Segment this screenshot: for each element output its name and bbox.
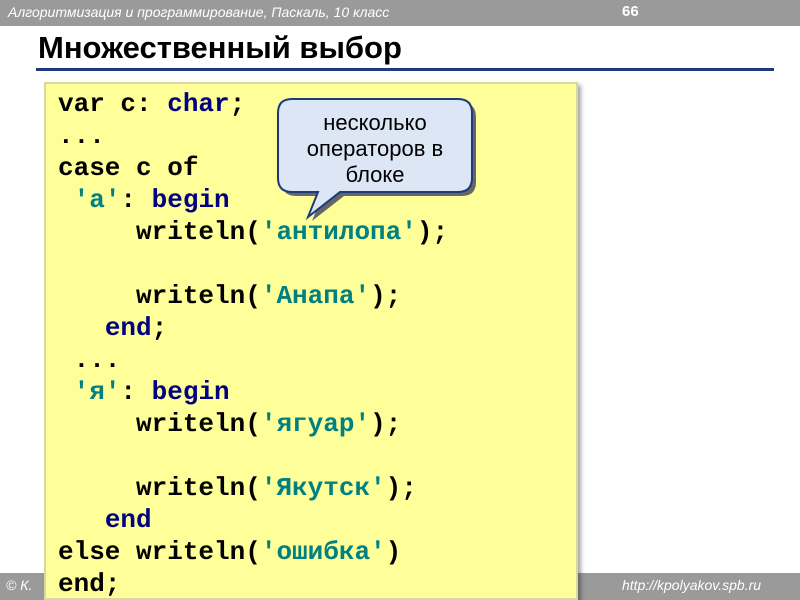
- callout-line: блоке: [345, 162, 405, 187]
- title-underline: [36, 68, 774, 71]
- code-text: case c of: [58, 153, 199, 183]
- page-number: 66: [622, 3, 639, 20]
- code-text: end;: [58, 569, 121, 599]
- code-text: ;: [229, 89, 246, 119]
- code-line: writeln('Анапа');: [58, 281, 401, 311]
- code-text: ;: [151, 313, 168, 343]
- callout-text: несколько операторов в блоке: [278, 110, 472, 188]
- code-keyword: end: [104, 505, 152, 535]
- code-string: 'я': [73, 377, 121, 407]
- code-text: writeln(: [58, 409, 261, 439]
- callout-line: несколько: [323, 110, 427, 135]
- code-text: else writeln(: [58, 537, 261, 567]
- code-text: writeln(: [58, 281, 261, 311]
- code-keyword: char: [167, 89, 230, 119]
- code-text: var c:: [58, 89, 168, 119]
- code-line: writeln('ягуар');: [58, 409, 401, 439]
- code-text: :: [120, 185, 152, 215]
- code-text: );: [385, 473, 417, 503]
- code-line: else writeln('ошибка'): [58, 537, 401, 567]
- code-line: 'я': begin: [58, 377, 230, 407]
- code-line: writeln('Якутск');: [58, 473, 417, 503]
- code-string: 'ягуар': [260, 409, 371, 439]
- code-line: end;: [58, 313, 167, 343]
- code-line: var c: char;: [58, 89, 245, 119]
- footer-url: http://kpolyakov.spb.ru: [622, 577, 762, 593]
- code-text: writeln(: [58, 473, 261, 503]
- code-string: 'Якутск': [260, 473, 386, 503]
- course-title: Алгоритмизация и программирование, Паска…: [8, 4, 390, 20]
- code-keyword: end: [104, 313, 152, 343]
- code-text: );: [370, 409, 402, 439]
- callout-line: операторов в: [306, 136, 444, 161]
- code-string: 'Анапа': [260, 281, 371, 311]
- code-line: ...: [58, 121, 105, 151]
- code-text: );: [370, 281, 402, 311]
- slide-title: Множественный выбор: [38, 30, 402, 65]
- code-line: 'а': begin: [58, 185, 230, 215]
- code-text: writeln(: [58, 217, 261, 247]
- code-string: 'ошибка': [260, 537, 386, 567]
- code-line: ...: [58, 345, 121, 375]
- code-string: 'а': [73, 185, 121, 215]
- code-line: end: [58, 505, 152, 535]
- code-text: ...: [58, 345, 121, 375]
- callout-bubble: несколько операторов в блоке: [277, 98, 476, 221]
- code-line: end;: [58, 569, 120, 599]
- code-text: :: [120, 377, 152, 407]
- code-keyword: begin: [151, 185, 230, 215]
- code-line: case c of: [58, 153, 198, 183]
- code-text: ...: [58, 121, 105, 151]
- code-text: ): [385, 537, 402, 567]
- code-keyword: begin: [151, 377, 230, 407]
- footer-copyright: © К.: [6, 577, 33, 593]
